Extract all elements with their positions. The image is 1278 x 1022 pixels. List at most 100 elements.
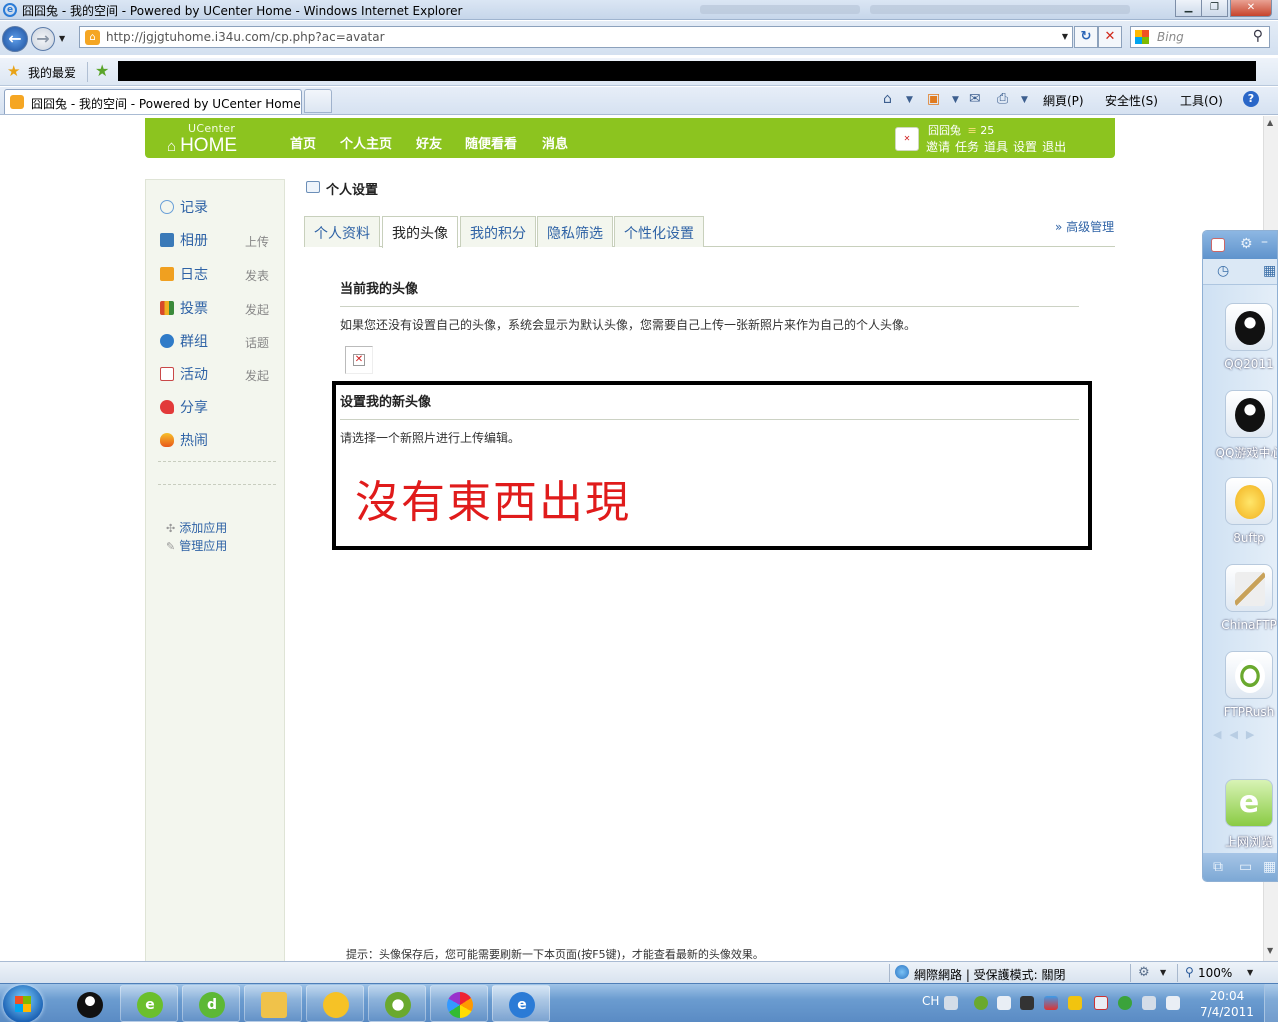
rss-feed-icon[interactable]: ▣: [927, 91, 940, 107]
protected-dropdown-icon[interactable]: ▼: [1160, 968, 1166, 977]
print-icon[interactable]: ⎙: [997, 91, 1008, 107]
forward-button[interactable]: →: [31, 27, 55, 51]
site-logo[interactable]: ⌂ HOME: [167, 135, 237, 157]
widget-settings-icon[interactable]: ⚙: [1240, 236, 1253, 252]
taskbar-ie[interactable]: e: [492, 985, 550, 1022]
search-input[interactable]: Bing: [1157, 30, 1184, 44]
taskbar-maxthon[interactable]: d: [182, 985, 240, 1022]
home-icon[interactable]: ⌂: [883, 91, 892, 107]
tab-profile[interactable]: 个人资料: [304, 216, 380, 247]
grid-icon[interactable]: ▦: [1263, 263, 1276, 279]
tab-personalize[interactable]: 个性化设置: [614, 216, 704, 247]
new-tab-button[interactable]: [304, 89, 332, 113]
ftprush-tray-icon[interactable]: [974, 996, 988, 1010]
show-desktop-button[interactable]: [1264, 984, 1278, 1022]
start-event-link[interactable]: 发起: [245, 367, 269, 384]
sidebar-item-share[interactable]: 分享: [160, 397, 208, 417]
protected-mode-icon[interactable]: ⚙: [1138, 965, 1150, 980]
start-button[interactable]: [3, 985, 43, 1022]
qq-app-browser[interactable]: e 上网浏览: [1223, 779, 1275, 850]
green-tray-icon[interactable]: [1118, 996, 1132, 1010]
stop-button[interactable]: ✕: [1098, 26, 1122, 48]
settings-link[interactable]: 设置: [1013, 140, 1037, 154]
scroll-down-icon[interactable]: ▼: [1267, 946, 1273, 955]
action-center-tray-icon[interactable]: [1166, 996, 1180, 1010]
tools-menu[interactable]: 工具(O): [1180, 92, 1223, 109]
display-tray-icon[interactable]: [1044, 996, 1058, 1010]
widget-monitor-icon[interactable]: ▭: [1239, 859, 1252, 875]
print-dropdown-icon[interactable]: ▼: [1021, 95, 1028, 105]
sidebar-item-hot[interactable]: 热闹: [160, 430, 208, 450]
search-box[interactable]: Bing ⚲: [1130, 26, 1270, 48]
widget-grid-icon[interactable]: ▦: [1263, 859, 1276, 875]
user-avatar[interactable]: ✕: [895, 127, 919, 151]
nav-home[interactable]: 首页: [290, 133, 316, 152]
network-tray-icon[interactable]: [1142, 996, 1156, 1010]
add-app-link[interactable]: ✣ 添加应用: [166, 519, 227, 536]
system-clock[interactable]: 20:04 7/4/2011: [1196, 988, 1258, 1020]
address-dropdown-icon[interactable]: ▼: [1062, 32, 1068, 41]
zoom-level[interactable]: 100%: [1198, 966, 1232, 980]
volume-icon[interactable]: [997, 996, 1011, 1010]
page-menu[interactable]: 網頁(P): [1043, 92, 1084, 109]
invite-link[interactable]: 邀请: [926, 140, 950, 154]
upload-photo-link[interactable]: 上传: [245, 233, 269, 250]
taskbar-green-e[interactable]: e: [120, 985, 178, 1022]
history-dropdown-icon[interactable]: ▼: [59, 34, 65, 43]
qq-app-game-center[interactable]: QQ游戏中心: [1216, 390, 1277, 461]
props-link[interactable]: 道具: [984, 140, 1008, 154]
post-blog-link[interactable]: 发表: [245, 267, 269, 284]
nav-friends[interactable]: 好友: [416, 133, 442, 152]
mail-icon[interactable]: ✉: [969, 91, 981, 107]
start-poll-link[interactable]: 发起: [245, 301, 269, 318]
favorites-star-icon[interactable]: ★: [7, 62, 20, 80]
feed-dropdown-icon[interactable]: ▼: [952, 95, 959, 105]
sidebar-item-group[interactable]: 群组: [160, 331, 208, 351]
advanced-management-link[interactable]: » 高级管理: [1055, 218, 1114, 235]
clock-icon[interactable]: ◷: [1217, 263, 1229, 279]
help-icon[interactable]: ?: [1243, 91, 1259, 107]
taskbar-ftprush[interactable]: [368, 985, 426, 1022]
favorites-button[interactable]: 我的最爱: [28, 64, 76, 81]
tab-credits[interactable]: 我的积分: [460, 216, 536, 247]
browser-tab[interactable]: 囧囧兔 - 我的空间 - Powered by UCenter Home: [4, 89, 302, 114]
nav-profile[interactable]: 个人主页: [340, 133, 392, 152]
sidebar-item-event[interactable]: 活动: [160, 364, 208, 384]
scroll-up-icon[interactable]: ▲: [1267, 118, 1273, 127]
zoom-icon[interactable]: ⚲: [1185, 965, 1194, 979]
url-text[interactable]: http://jgjgtuhome.i34u.com/cp.php?ac=ava…: [106, 30, 385, 44]
nav-messages[interactable]: 消息: [542, 133, 568, 152]
qq-app-ftprush[interactable]: FTPRush: [1223, 651, 1275, 719]
widget-pager-icons[interactable]: ◀◀▶: [1213, 728, 1262, 741]
security-zone[interactable]: 網際網路 | 受保護模式: 關閉: [914, 966, 1066, 983]
tasks-link[interactable]: 任务: [955, 140, 979, 154]
plus-tray-icon[interactable]: [1068, 996, 1082, 1010]
sidebar-item-blog[interactable]: 日志: [160, 264, 208, 284]
refresh-button[interactable]: ↻: [1074, 26, 1098, 48]
qq-app-qq2011[interactable]: QQ2011: [1223, 303, 1275, 371]
widget-resize-icon[interactable]: ⧉: [1213, 859, 1223, 875]
address-bar[interactable]: ⌂ http://jgjgtuhome.i34u.com/cp.php?ac=a…: [79, 26, 1073, 48]
logout-link[interactable]: 退出: [1042, 140, 1066, 154]
sidebar-item-poll[interactable]: 投票: [160, 298, 208, 318]
username-link[interactable]: 囧囧兔: [928, 124, 961, 137]
taskbar-picasa[interactable]: [430, 985, 488, 1022]
nav-browse[interactable]: 随便看看: [465, 133, 517, 152]
back-button[interactable]: ←: [2, 26, 28, 52]
security-tray-icon[interactable]: [1094, 996, 1108, 1010]
add-favorite-icon[interactable]: ★: [95, 61, 109, 80]
search-icon[interactable]: ⚲: [1253, 28, 1263, 44]
minimize-button[interactable]: ▁: [1175, 0, 1202, 17]
tab-privacy[interactable]: 隐私筛选: [537, 216, 613, 247]
qq-app-8uftp[interactable]: 8uftp: [1223, 477, 1275, 545]
tab-avatar[interactable]: 我的头像: [382, 216, 458, 248]
keyboard-icon[interactable]: [944, 996, 958, 1010]
manage-app-link[interactable]: ✎ 管理应用: [166, 537, 227, 554]
input-language[interactable]: CH: [922, 994, 939, 1008]
zoom-dropdown-icon[interactable]: ▼: [1247, 968, 1253, 977]
sidebar-item-record[interactable]: 记录: [160, 197, 208, 217]
taskbar-8uftp[interactable]: [306, 985, 364, 1022]
sidebar-item-album[interactable]: 相册: [160, 230, 208, 250]
taskbar-explorer[interactable]: [244, 985, 302, 1022]
group-topic-link[interactable]: 话题: [245, 334, 269, 351]
